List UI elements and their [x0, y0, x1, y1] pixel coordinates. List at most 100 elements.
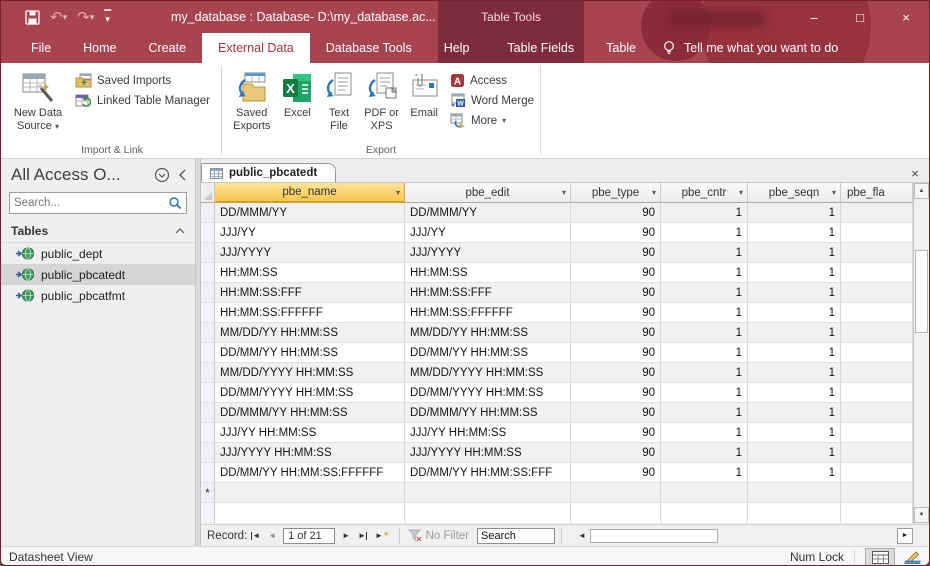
cell[interactable]: 90 — [571, 363, 661, 383]
scroll-down-icon[interactable]: ▼ — [914, 507, 929, 523]
cell[interactable]: 1 — [661, 463, 748, 483]
minimize-button[interactable]: – — [791, 1, 837, 33]
cell[interactable]: JJJ/YYYY — [215, 243, 405, 263]
row-selector[interactable] — [201, 303, 215, 323]
cell[interactable]: 90 — [571, 343, 661, 363]
cell[interactable]: 1 — [661, 343, 748, 363]
column-header-pbe-name[interactable]: pbe_name ▾ — [215, 183, 405, 203]
cell[interactable]: 1 — [748, 243, 841, 263]
cell[interactable]: DD/MMM/YY HH:MM:SS — [405, 403, 571, 423]
row-selector[interactable] — [201, 243, 215, 263]
search-icon[interactable] — [168, 196, 182, 210]
linked-table-manager-button[interactable]: Linked Table Manager — [75, 93, 210, 108]
nav-search-box[interactable] — [9, 192, 187, 214]
cell[interactable]: MM/DD/YYYY HH:MM:SS — [215, 363, 405, 383]
tab-table-fields[interactable]: Table Fields — [491, 33, 590, 63]
export-access-button[interactable]: A Access — [450, 73, 534, 88]
cell[interactable]: 90 — [571, 323, 661, 343]
cell[interactable]: 90 — [571, 463, 661, 483]
row-selector[interactable] — [201, 403, 215, 423]
scroll-left-icon[interactable]: ◄ — [576, 531, 588, 540]
sidebar-item-public-pbcatedt[interactable]: public_pbcatedt — [1, 264, 195, 285]
horizontal-scroll-thumb[interactable] — [589, 528, 718, 543]
first-record-button[interactable]: ◄ — [247, 531, 264, 540]
cell[interactable] — [841, 403, 913, 423]
cell[interactable]: 1 — [748, 363, 841, 383]
column-dropdown-icon[interactable]: ▾ — [739, 188, 743, 197]
cell[interactable] — [841, 443, 913, 463]
new-record-button[interactable]: ► * — [371, 529, 393, 543]
cell[interactable]: DD/MM/YY HH:MM:SS — [215, 343, 405, 363]
column-dropdown-icon[interactable]: ▾ — [396, 188, 400, 197]
close-document-icon[interactable]: × — [905, 164, 925, 182]
text-file-button[interactable]: Text File — [319, 67, 359, 133]
cell[interactable]: HH:MM:SS:FFFFFF — [405, 303, 571, 323]
tables-group-header[interactable]: Tables — [1, 220, 195, 243]
column-dropdown-icon[interactable]: ▾ — [562, 188, 566, 197]
column-header-pbe-cntr[interactable]: pbe_cntr ▾ — [661, 183, 748, 203]
row-selector[interactable] — [201, 463, 215, 483]
tell-me-box[interactable]: Tell me what you want to do — [652, 33, 848, 63]
cell[interactable] — [841, 243, 913, 263]
cell[interactable]: 90 — [571, 283, 661, 303]
record-search-input[interactable] — [477, 527, 556, 544]
sidebar-item-public-dept[interactable]: public_dept — [1, 243, 195, 264]
tab-file[interactable]: File — [15, 33, 67, 63]
more-export-button[interactable]: More ▾ — [450, 113, 534, 128]
cell[interactable]: 1 — [661, 423, 748, 443]
cell[interactable]: JJJ/YY HH:MM:SS — [405, 423, 571, 443]
cell[interactable] — [571, 483, 661, 503]
cell[interactable]: HH:MM:SS:FFF — [215, 283, 405, 303]
tab-create[interactable]: Create — [133, 33, 203, 63]
cell[interactable]: 90 — [571, 243, 661, 263]
cell[interactable] — [841, 223, 913, 243]
cell[interactable] — [841, 303, 913, 323]
sidebar-item-public-pbcatfmt[interactable]: public_pbcatfmt — [1, 285, 195, 306]
cell[interactable] — [841, 283, 913, 303]
vertical-scroll-thumb[interactable] — [915, 250, 928, 333]
cell[interactable]: 1 — [748, 383, 841, 403]
cell[interactable] — [661, 483, 748, 503]
tab-home[interactable]: Home — [67, 33, 132, 63]
redo-icon[interactable]: ↷ ▾ — [77, 10, 94, 25]
select-all-corner[interactable] — [201, 183, 215, 203]
cell[interactable]: DD/MMM/YY — [405, 203, 571, 223]
row-selector[interactable] — [201, 383, 215, 403]
saved-imports-button[interactable]: Saved Imports — [75, 73, 210, 88]
nav-pane-menu-icon[interactable] — [154, 167, 170, 183]
customize-qat-icon[interactable]: ▔ ▾ — [104, 11, 111, 24]
nav-search-input[interactable] — [14, 197, 168, 209]
row-selector[interactable] — [201, 423, 215, 443]
cell[interactable]: 1 — [748, 403, 841, 423]
column-header-pbe-edit[interactable]: pbe_edit ▾ — [405, 183, 571, 203]
row-selector[interactable] — [201, 363, 215, 383]
saved-exports-button[interactable]: Saved Exports — [228, 67, 276, 133]
cell[interactable]: 90 — [571, 303, 661, 323]
cell[interactable]: 1 — [748, 283, 841, 303]
record-position[interactable]: 1 of 21 — [283, 527, 336, 544]
next-record-button[interactable]: ► — [338, 531, 354, 540]
row-selector[interactable] — [201, 283, 215, 303]
vertical-scrollbar[interactable]: ▲ ▼ — [913, 183, 929, 524]
cell[interactable] — [841, 423, 913, 443]
maximize-button[interactable]: □ — [837, 1, 883, 33]
cell[interactable]: DD/MMM/YY — [215, 203, 405, 223]
cell[interactable] — [215, 483, 405, 503]
cell[interactable]: 1 — [748, 463, 841, 483]
cell[interactable]: DD/MM/YY HH:MM:SS:FFFFFF — [215, 463, 405, 483]
cell[interactable] — [405, 483, 571, 503]
cell[interactable]: MM/DD/YYYY HH:MM:SS — [405, 363, 571, 383]
column-dropdown-icon[interactable]: ▾ — [652, 188, 656, 197]
cell[interactable] — [841, 363, 913, 383]
cell[interactable]: JJJ/YYYY HH:MM:SS — [405, 443, 571, 463]
cell[interactable]: JJJ/YY — [405, 223, 571, 243]
cell[interactable]: 1 — [661, 383, 748, 403]
cell[interactable]: HH:MM:SS — [405, 263, 571, 283]
tab-table[interactable]: Table — [590, 33, 652, 63]
cell[interactable] — [841, 263, 913, 283]
cell[interactable]: DD/MM/YY HH:MM:SS — [405, 343, 571, 363]
horizontal-scrollbar[interactable]: ◄ ► — [576, 525, 929, 546]
cell[interactable]: 90 — [571, 403, 661, 423]
cell[interactable]: 90 — [571, 443, 661, 463]
cell[interactable]: 1 — [748, 343, 841, 363]
